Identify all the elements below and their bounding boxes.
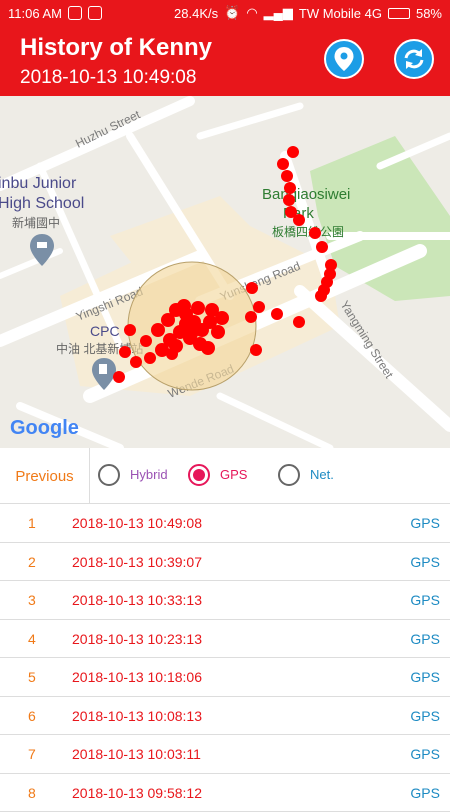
map-label-park-1: Banqiaosiwei <box>262 186 350 203</box>
record-index: 2 <box>28 554 36 570</box>
map-view[interactable]: Huzhu Street Yunsheng Road Yingshi Road … <box>0 96 450 448</box>
record-index: 5 <box>28 669 36 685</box>
map-label-cpc: CPC <box>90 323 120 339</box>
wifi-icon: ◠ <box>246 5 257 21</box>
refresh-button[interactable] <box>394 39 434 79</box>
record-source: GPS <box>410 785 440 801</box>
record-index: 3 <box>28 592 36 608</box>
map-label-school-1: inbu Junior <box>0 175 77 192</box>
record-time: 2018-10-13 10:23:13 <box>72 631 202 647</box>
signal-icon: ▂▄▆ <box>264 5 293 21</box>
net-radio[interactable] <box>278 464 300 486</box>
record-index: 4 <box>28 631 36 647</box>
list-item[interactable]: 7 2018-10-13 10:03:11 GPS <box>0 735 450 774</box>
status-bar: 11:06 AM 28.4K/s ⏰ ◠ ▂▄▆ TW Mobile 4G 58… <box>0 0 450 26</box>
gps-label: GPS <box>220 467 247 482</box>
hybrid-label: Hybrid <box>130 467 168 482</box>
app-bar: History of Kenny 2018-10-13 10:49:08 <box>0 26 450 96</box>
hybrid-radio[interactable] <box>98 464 120 486</box>
record-source: GPS <box>410 631 440 647</box>
record-index: 7 <box>28 746 36 762</box>
list-item[interactable]: 1 2018-10-13 10:49:08 GPS <box>0 504 450 543</box>
list-item[interactable]: 5 2018-10-13 10:18:06 GPS <box>0 658 450 697</box>
google-logo: Google <box>10 417 79 439</box>
map-label-school-zh: 新埔國中 <box>12 215 60 230</box>
record-time: 2018-10-13 10:33:13 <box>72 592 202 608</box>
page-title: History of Kenny <box>20 34 212 62</box>
net-label: Net. <box>310 467 334 482</box>
location-pin-icon <box>333 46 355 72</box>
battery-icon <box>388 8 410 19</box>
previous-button[interactable]: Previous <box>0 448 90 504</box>
map-label-park-zh: 板橋四維公園 <box>272 225 344 239</box>
record-source: GPS <box>410 746 440 762</box>
record-time: 2018-10-13 10:49:08 <box>72 515 202 531</box>
map-label-school-2: High School <box>0 195 84 212</box>
page-subtitle: 2018-10-13 10:49:08 <box>20 67 196 89</box>
record-source: GPS <box>410 592 440 608</box>
record-index: 1 <box>28 515 36 531</box>
gps-radio[interactable] <box>188 464 210 486</box>
battery-level: 58% <box>416 6 442 21</box>
network-speed: 28.4K/s <box>174 6 218 21</box>
list-item[interactable]: 4 2018-10-13 10:23:13 GPS <box>0 620 450 659</box>
record-source: GPS <box>410 708 440 724</box>
record-source: GPS <box>410 669 440 685</box>
record-time: 2018-10-13 10:18:06 <box>72 669 202 685</box>
source-filter-bar: Previous Hybrid GPS Net. <box>0 448 450 504</box>
record-time: 2018-10-13 10:03:11 <box>72 746 201 762</box>
record-time: 2018-10-13 10:08:13 <box>72 708 202 724</box>
record-source: GPS <box>410 554 440 570</box>
map-canvas: Huzhu Street Yunsheng Road Yingshi Road … <box>0 96 450 448</box>
list-item[interactable]: 3 2018-10-13 10:33:13 GPS <box>0 581 450 620</box>
record-time: 2018-10-13 09:58:12 <box>72 785 202 801</box>
record-index: 8 <box>28 785 36 801</box>
record-source: GPS <box>410 515 440 531</box>
carrier-name: TW Mobile 4G <box>299 6 382 21</box>
refresh-icon <box>401 46 427 72</box>
record-index: 6 <box>28 708 36 724</box>
list-item[interactable]: 6 2018-10-13 10:08:13 GPS <box>0 697 450 736</box>
status-time: 11:06 AM <box>8 6 62 21</box>
list-item[interactable]: 8 2018-10-13 09:58:12 GPS <box>0 774 450 812</box>
alarm-icon: ⏰ <box>224 5 240 21</box>
record-time: 2018-10-13 10:39:07 <box>72 554 202 570</box>
notification-icon <box>68 6 82 20</box>
history-list: 1 2018-10-13 10:49:08 GPS 2 2018-10-13 1… <box>0 504 450 812</box>
app-notification-icon <box>88 6 102 20</box>
list-item[interactable]: 2 2018-10-13 10:39:07 GPS <box>0 543 450 582</box>
location-button[interactable] <box>324 39 364 79</box>
